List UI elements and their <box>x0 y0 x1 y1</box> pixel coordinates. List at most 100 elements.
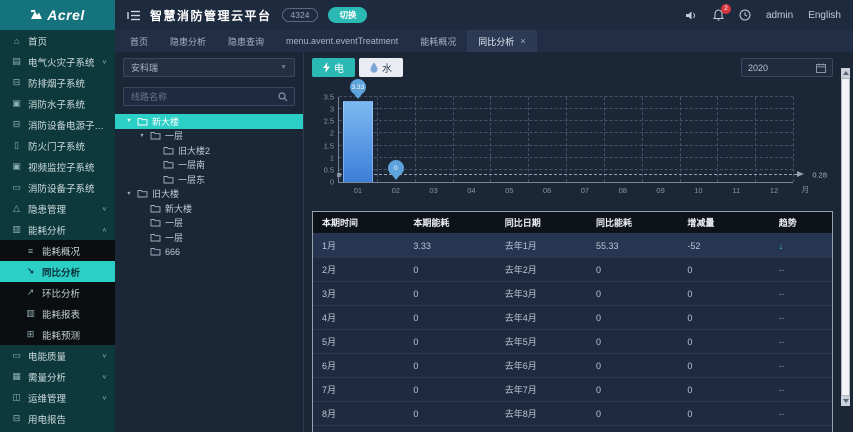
sidebar-subitem-label: 环比分析 <box>42 288 81 300</box>
cell-2-4: 0 <box>678 281 770 306</box>
brand-logo: Acrel <box>0 0 115 30</box>
cell-0-3: 55.33 <box>587 233 679 258</box>
line-search <box>123 87 295 106</box>
tab-4[interactable]: 能耗概况 <box>409 30 467 52</box>
tree-node-1[interactable]: ▼ 一层 <box>123 129 295 144</box>
yoy-bar-chart: 0.28 月 0 0.5 1 1.5 2 2.5 3 3.5 01 02 03 04 05 06 07 08 0… <box>312 79 833 201</box>
tree-node-label: 一层 <box>165 131 184 142</box>
search-icon[interactable] <box>272 91 294 102</box>
cell-3-1: 0 <box>404 305 496 330</box>
cell-3-4: 0 <box>678 305 770 330</box>
cell-8-2: 去年9月 <box>495 425 588 432</box>
switch-button[interactable]: 切换 <box>328 7 368 23</box>
sidebar-item-label: 防火门子系统 <box>28 141 86 153</box>
sidebar-item-4[interactable]: ⊟ 消防设备电源子系统 <box>0 114 115 135</box>
x-axis-tick: 04 <box>467 186 476 195</box>
cell-7-2: 去年8月 <box>495 401 588 426</box>
grid-vline <box>641 97 643 182</box>
table-row: 6月 0 去年6月 0 0 -- <box>313 353 832 378</box>
tree-node-3[interactable]: 一层南 <box>123 158 295 173</box>
language-switch[interactable]: English <box>808 10 841 21</box>
tab-2[interactable]: 隐患查询 <box>217 30 275 52</box>
demand-analysis-icon: ▦ <box>12 371 21 381</box>
video-monitor-icon: ▣ <box>12 161 21 171</box>
grid-vline <box>755 97 757 182</box>
user-name[interactable]: admin <box>766 10 793 21</box>
tab-5[interactable]: 同比分析 × <box>467 30 537 52</box>
volume-icon[interactable] <box>685 10 698 21</box>
bar-01[interactable] <box>342 101 373 182</box>
scroll-down-icon[interactable] <box>841 397 850 406</box>
tree-node-label: 一层南 <box>178 160 206 171</box>
sidebar-subitem-label: 能耗预测 <box>42 330 81 342</box>
sidebar-item-12[interactable]: ◫ 运维管理 ∨ <box>0 387 115 408</box>
cell-7-5: -- <box>769 401 832 426</box>
sidebar-item-5[interactable]: ▯ 防火门子系统 <box>0 135 115 156</box>
tab-close-icon[interactable]: × <box>520 36 525 46</box>
sidebar-subitem-9-1[interactable]: ↘ 同比分析 <box>0 261 115 282</box>
sidebar-item-2[interactable]: ⊟ 防排烟子系统 <box>0 72 115 93</box>
ops-management-icon: ◫ <box>12 392 21 402</box>
home-icon: ⌂ <box>13 35 20 46</box>
sidebar-item-10[interactable]: ▭ 电能质量 ∨ <box>0 345 115 366</box>
sidebar-item-6[interactable]: ▣ 视频监控子系统 <box>0 156 115 177</box>
tree-node-2[interactable]: 旧大楼2 <box>123 143 295 158</box>
tree-node-4[interactable]: 一层东 <box>123 172 295 187</box>
year-picker[interactable]: 2020 <box>741 58 833 77</box>
tree-node-label: 新大楼 <box>152 116 180 127</box>
notification-bell-icon[interactable]: 2 <box>713 4 731 21</box>
cell-7-0: 8月 <box>313 401 405 426</box>
clock-icon[interactable] <box>739 9 751 21</box>
scrollbar-thumb[interactable] <box>841 78 850 396</box>
tab-0[interactable]: 首页 <box>119 30 159 52</box>
count-badge: 4324 <box>281 8 319 22</box>
sidebar-subitem-9-3[interactable]: ▥ 能耗报表 <box>0 303 115 324</box>
water-label: 水 <box>382 64 392 75</box>
tab-3[interactable]: menu.avent.eventTreatment <box>275 30 409 52</box>
electric-button[interactable]: 电 <box>312 58 355 77</box>
grid-vline <box>528 97 530 182</box>
cell-7-1: 0 <box>404 401 496 426</box>
sidebar-subitem-9-0[interactable]: ≡ 能耗概况 <box>0 240 115 261</box>
sidebar-subitem-9-4[interactable]: ⊞ 能耗预测 <box>0 324 115 345</box>
sidebar-item-11[interactable]: ▦ 需量分析 ∨ <box>0 366 115 387</box>
calendar-icon <box>816 63 826 73</box>
tree-node-0[interactable]: ▼ 新大楼 <box>115 114 303 129</box>
y-axis-tick: 2.5 <box>323 116 334 126</box>
tree-node-6[interactable]: 新大楼 <box>123 201 295 216</box>
water-button[interactable]: 水 <box>359 58 403 77</box>
content-area: 安科瑞 ▼ ▼新大楼▼一层旧大楼2一层南一层东▼旧大楼新大楼一层一层666 电 <box>115 52 853 432</box>
cell-0-2: 去年1月 <box>495 233 588 258</box>
sidebar-subitem-9-2[interactable]: ↗ 环比分析 <box>0 282 115 303</box>
sidebar-item-1[interactable]: ▤ 电气火灾子系统 ∨ <box>0 51 115 72</box>
electrical-fire-icon: ▤ <box>12 56 21 66</box>
table-row: 4月 0 去年4月 0 0 -- <box>313 305 832 330</box>
grid-vline <box>452 97 454 182</box>
org-select[interactable]: 安科瑞 ▼ <box>123 58 295 77</box>
col-header-4: 增减量 <box>678 212 770 234</box>
tree-node-5[interactable]: ▼ 旧大楼 <box>123 187 295 202</box>
table-row: 8月 0 去年8月 0 0 -- <box>313 401 832 426</box>
x-axis-tick: 08 <box>618 186 627 195</box>
grid-vline <box>490 97 492 182</box>
sidebar-item-13[interactable]: ⊟ 用电报告 <box>0 408 115 429</box>
tab-1[interactable]: 隐患分析 <box>159 30 217 52</box>
scroll-up-icon[interactable] <box>841 68 850 77</box>
sidebar-item-label: 电气火灾子系统 <box>28 57 95 69</box>
sidebar-item-3[interactable]: ▣ 消防水子系统 <box>0 93 115 114</box>
tree-node-9[interactable]: 666 <box>123 245 295 260</box>
x-axis-tick: 11 <box>732 186 741 195</box>
cell-2-0: 3月 <box>313 281 405 306</box>
collapse-menu-icon[interactable] <box>127 10 140 21</box>
sidebar-item-9[interactable]: ▥ 能耗分析 ∧ <box>0 219 115 240</box>
cell-6-4: 0 <box>678 377 770 402</box>
tree-node-8[interactable]: 一层 <box>123 230 295 245</box>
vertical-scrollbar[interactable] <box>841 68 850 406</box>
folder-icon <box>150 218 161 227</box>
sidebar-item-0[interactable]: ⌂ 首页 <box>0 30 115 51</box>
sidebar-item-8[interactable]: △ 隐患管理 ∨ <box>0 198 115 219</box>
search-input[interactable] <box>124 91 272 102</box>
tree-node-7[interactable]: 一层 <box>123 216 295 231</box>
sidebar-item-7[interactable]: ▭ 消防设备子系统 <box>0 177 115 198</box>
smoke-control-icon: ⊟ <box>12 77 21 87</box>
